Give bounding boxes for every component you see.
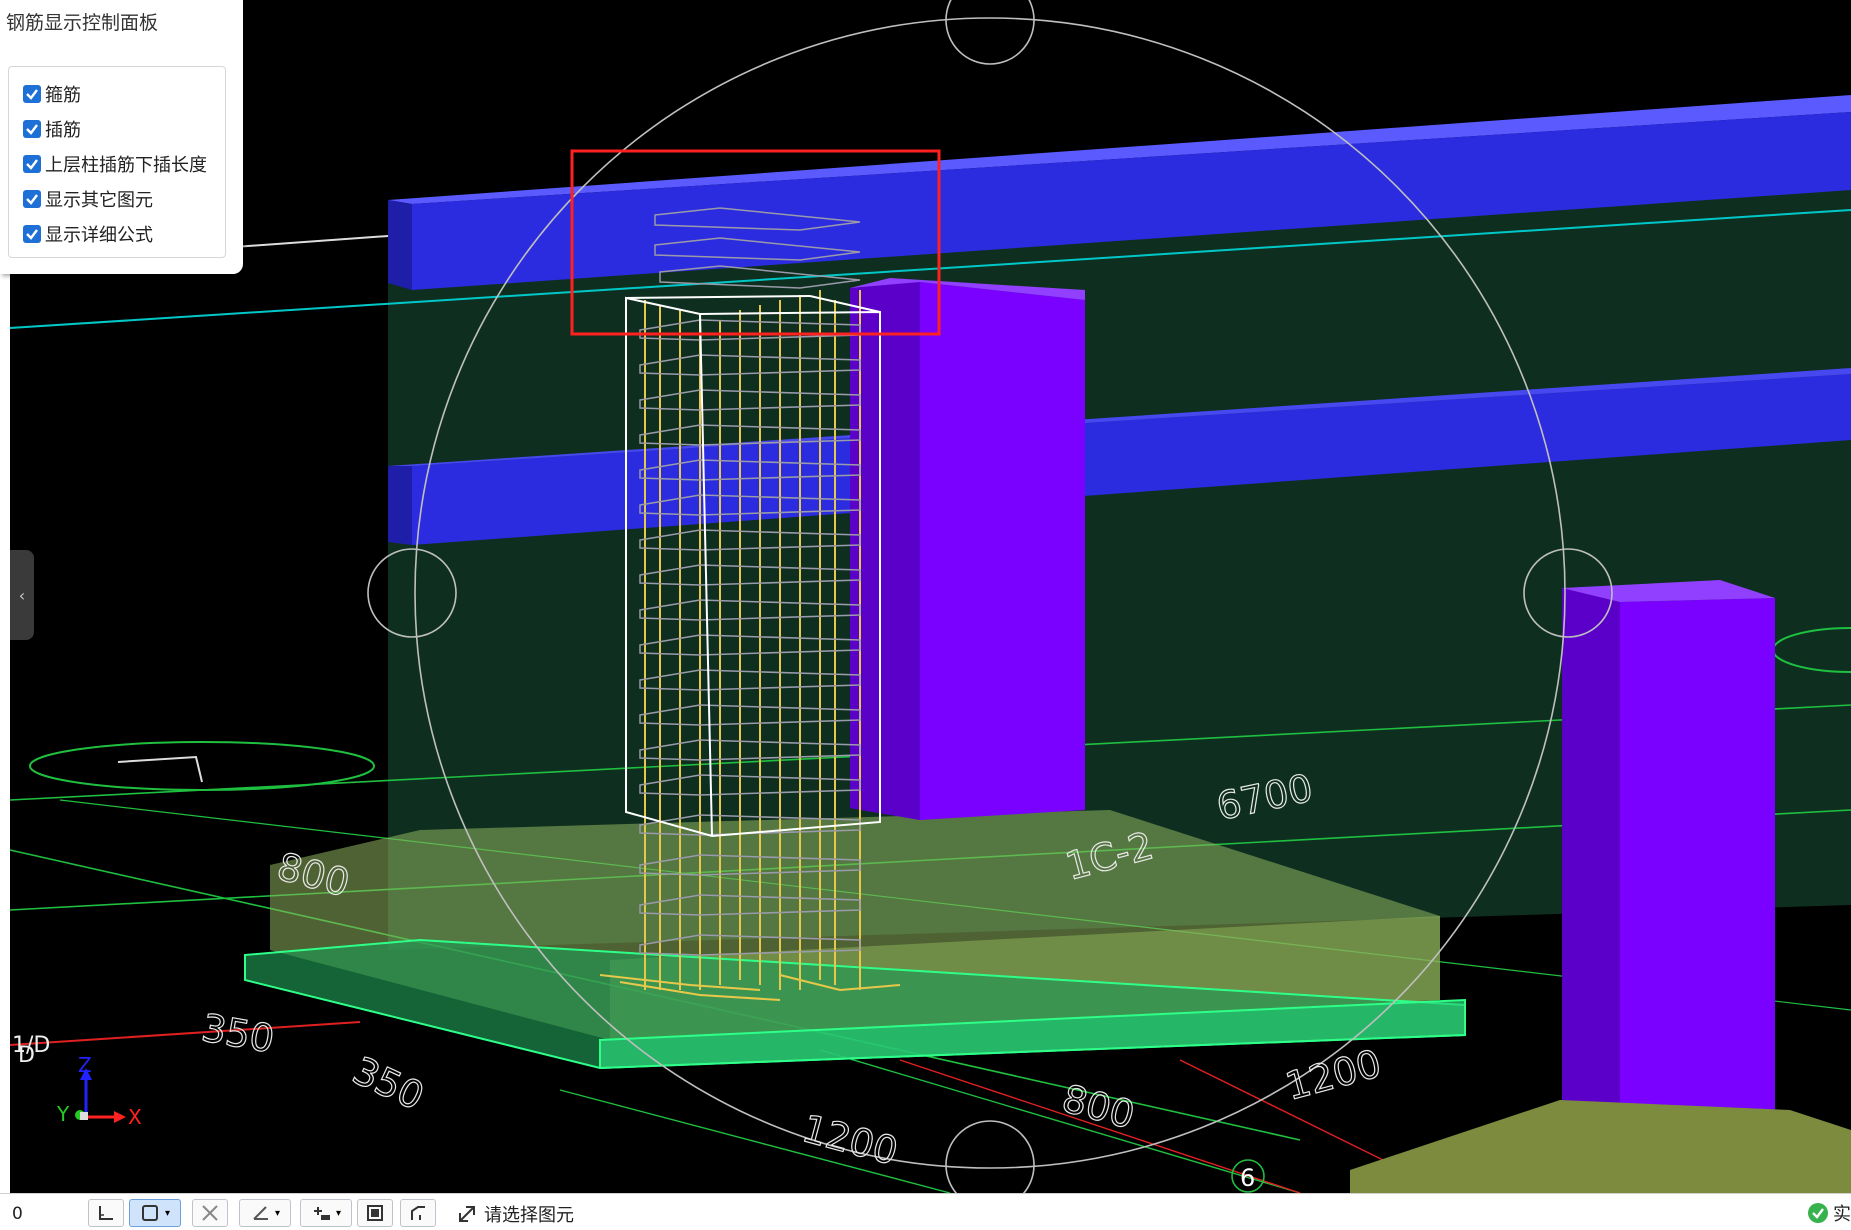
chevron-down-icon: ▾ (274, 1207, 281, 1219)
chevron-down-icon: ▾ (335, 1207, 342, 1219)
checkbox-checked-icon[interactable] (23, 225, 41, 243)
option-label: 显示详细公式 (45, 225, 153, 246)
status-hint: 请选择图元 (456, 1201, 574, 1227)
panel-title: 钢筋显示控制面板 (6, 12, 159, 34)
mid-beam-side (388, 466, 412, 545)
cross-snap-button[interactable] (192, 1199, 228, 1227)
panel-options-group: 箍筋 插筋 上层柱插筋下插长度 显示其它图元 显示详细公式 (8, 66, 226, 258)
status-bar: 0 ▾ ▾ ▾ 请选择图元 实 (0, 1193, 1851, 1230)
option-show-detail-formula[interactable]: 显示详细公式 (23, 221, 153, 247)
axis-ellipse (29, 741, 375, 791)
grid-snap-icon (367, 1205, 383, 1221)
option-upper-dowel-length[interactable]: 上层柱插筋下插长度 (23, 151, 207, 177)
dim-label: 800 (1058, 1076, 1139, 1137)
grid-line (819, 1049, 1301, 1193)
ref-line-white (219, 235, 389, 249)
pedestal (1350, 1100, 1851, 1193)
dim-label: 1200 (798, 1106, 903, 1174)
dim-label: 350 (198, 1006, 277, 1062)
check-circle-icon (1808, 1203, 1828, 1223)
cross-snap-icon (202, 1205, 218, 1221)
orbit-handle-bottom (945, 1120, 1035, 1193)
option-label: 显示其它图元 (45, 190, 153, 211)
top-beam-side (388, 200, 412, 290)
option-stirrup[interactable]: 箍筋 (23, 81, 81, 107)
axis-y-label: Y (56, 1102, 70, 1126)
curve-button[interactable] (400, 1199, 436, 1227)
app-root: 6700 800 1200 800 1200 350 1C-2 350 1/D … (0, 0, 1851, 1230)
column-right-side (1562, 588, 1620, 1118)
expand-arrow-icon (459, 1206, 475, 1222)
option-show-other-elements[interactable]: 显示其它图元 (23, 186, 153, 212)
grid-snap-button[interactable] (357, 1199, 393, 1227)
option-label: 箍筋 (45, 85, 81, 106)
checkbox-checked-icon[interactable] (23, 85, 41, 103)
orthogonal-button[interactable] (88, 1199, 124, 1227)
dim-label: 350 (346, 1048, 430, 1119)
scene-svg[interactable]: 6700 800 1200 800 1200 350 1C-2 350 1/D … (0, 0, 1851, 1193)
select-box-icon (141, 1205, 158, 1221)
dim-label: 1200 (1281, 1041, 1386, 1109)
collapse-panel-button[interactable]: ‹ (10, 550, 34, 640)
angle-icon (253, 1206, 268, 1220)
offset-icon (313, 1207, 330, 1220)
axis-x-label: X (128, 1105, 142, 1129)
coordinate-readout: 0 (12, 1204, 23, 1224)
axis-z-label: Z (78, 1053, 92, 1077)
option-dowel[interactable]: 插筋 (23, 116, 81, 142)
orbit-handle-top (945, 0, 1035, 65)
orthogonal-icon (99, 1206, 113, 1220)
checkbox-checked-icon[interactable] (23, 155, 41, 173)
chevron-down-icon: ▾ (164, 1207, 171, 1219)
axis-line-red (9, 1021, 361, 1046)
status-text: 实 (1833, 1204, 1851, 1225)
hint-text: 请选择图元 (484, 1205, 574, 1226)
chevron-left-icon: ‹ (18, 585, 26, 605)
axis-marker: D (18, 1043, 35, 1068)
option-label: 插筋 (45, 120, 81, 141)
rebar-control-panel: 钢筋显示控制面板 箍筋 插筋 上层柱插筋下插长度 显示其它图元 显示详细公式 (0, 0, 243, 274)
left-panel-edge (0, 270, 10, 1193)
checkbox-checked-icon[interactable] (23, 120, 41, 138)
axis-marker: 6 (1240, 1164, 1255, 1192)
axis-glyph (117, 755, 203, 783)
status-indicator: 实 (1807, 1200, 1851, 1226)
curve-icon (411, 1206, 425, 1220)
axis-gizmo: Z Y X (56, 1053, 142, 1129)
checkbox-checked-icon[interactable] (23, 190, 41, 208)
3d-viewport[interactable]: 6700 800 1200 800 1200 350 1C-2 350 1/D … (0, 0, 1851, 1193)
offset-button[interactable]: ▾ (300, 1199, 352, 1227)
angle-button[interactable]: ▾ (239, 1199, 291, 1227)
select-box-button[interactable]: ▾ (129, 1199, 181, 1227)
option-label: 上层柱插筋下插长度 (45, 155, 207, 176)
